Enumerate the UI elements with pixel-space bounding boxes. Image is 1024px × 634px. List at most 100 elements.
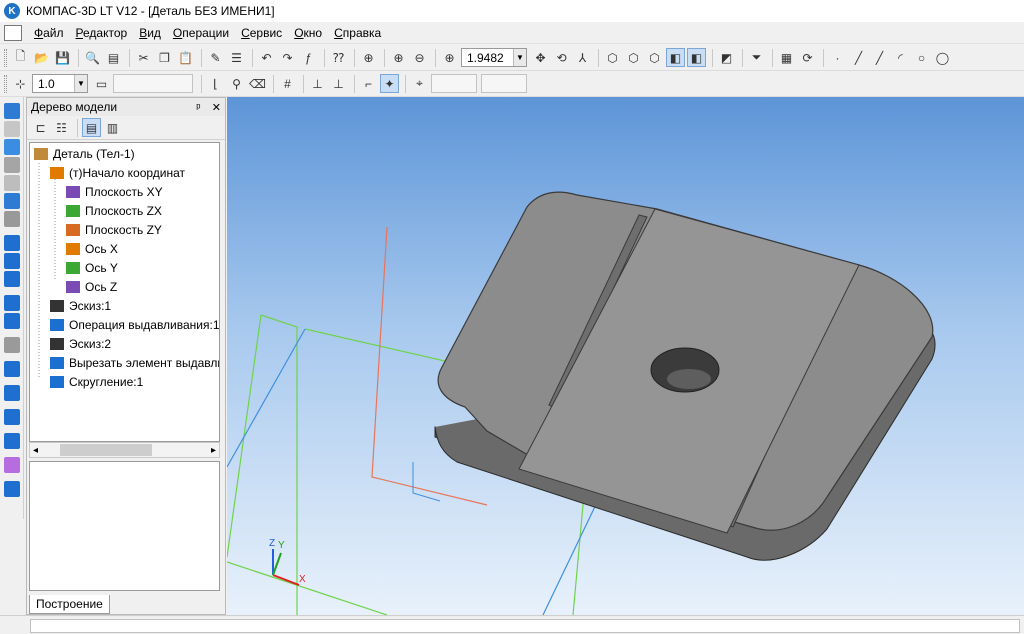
close-icon[interactable]: ✕: [212, 102, 221, 114]
grid-icon[interactable]: #: [278, 74, 297, 93]
pan-icon[interactable]: ✥: [531, 48, 550, 67]
sketch-tools-icon[interactable]: [4, 121, 20, 137]
rotate-tool-icon[interactable]: [4, 253, 20, 269]
tree-item[interactable]: Деталь (Тел-1): [34, 145, 135, 163]
step-select[interactable]: 1.0 ▼: [32, 74, 88, 93]
tree-item[interactable]: Операция выдавливания:1: [50, 316, 219, 334]
spatial-curves-icon[interactable]: [4, 175, 20, 191]
zoom-window-icon[interactable]: ⊕: [359, 48, 378, 67]
extrude-tool-icon[interactable]: [4, 235, 20, 251]
chamfer-tool-icon[interactable]: [4, 385, 20, 401]
ortho-mode-icon[interactable]: ⌐: [359, 74, 378, 93]
fillet-tool-icon[interactable]: [4, 361, 20, 377]
pin-icon[interactable]: ᵖ: [196, 102, 200, 114]
layer-select[interactable]: [113, 74, 193, 93]
cut-tool-icon[interactable]: [4, 295, 20, 311]
zoom-level-select[interactable]: 1.9482 ▼: [461, 48, 527, 67]
scroll-thumb[interactable]: [60, 444, 152, 456]
tree-horizontal-scrollbar[interactable]: ◂ ▸: [29, 442, 220, 458]
ellipse-icon[interactable]: ◯: [933, 48, 952, 67]
edit-part-icon[interactable]: [4, 103, 20, 119]
undo-icon[interactable]: ↶: [257, 48, 276, 67]
constraints-icon[interactable]: ⚲: [227, 74, 246, 93]
snap-icon[interactable]: ✦: [380, 74, 399, 93]
designations-icon[interactable]: [4, 157, 20, 173]
circle-icon[interactable]: ○: [912, 48, 931, 67]
sketch-mode-icon[interactable]: ⌊: [206, 74, 225, 93]
orientation-icon[interactable]: ⅄: [573, 48, 592, 67]
measure-icon[interactable]: [4, 211, 20, 227]
local-cs-icon[interactable]: ⊥: [308, 74, 327, 93]
cut-icon[interactable]: ✂: [134, 48, 153, 67]
tree-item[interactable]: (т)Начало координат: [50, 164, 185, 182]
mirror-tool-icon[interactable]: [4, 481, 20, 497]
coord-y-field[interactable]: [481, 74, 527, 93]
document-menu-icon[interactable]: [4, 24, 22, 41]
tree-item[interactable]: Ось Y: [66, 259, 118, 277]
tree-item[interactable]: Плоскость XY: [66, 183, 163, 201]
tree-item[interactable]: Эскиз:2: [50, 335, 111, 353]
hole-tool-icon[interactable]: [4, 433, 20, 449]
hidden-lines-icon[interactable]: ⬡: [624, 48, 643, 67]
tree-view-icon[interactable]: ☷: [52, 118, 71, 137]
grid-step-icon[interactable]: ⊹: [11, 74, 30, 93]
shell-tool-icon[interactable]: [4, 337, 20, 353]
cut-rotate-icon[interactable]: [4, 313, 20, 329]
wireframe-icon[interactable]: ⬡: [603, 48, 622, 67]
tree-sheet-icon[interactable]: ▥: [103, 118, 122, 137]
chevron-down-icon[interactable]: ▼: [74, 75, 87, 92]
line-icon[interactable]: ╱: [849, 48, 868, 67]
open-file-button[interactable]: 📂: [32, 48, 51, 67]
array-tool-icon[interactable]: [4, 457, 20, 473]
arc-icon[interactable]: ◜: [891, 48, 910, 67]
tab-construction[interactable]: Построение: [29, 595, 110, 614]
menu-operations[interactable]: Операции: [167, 26, 235, 40]
kinematic-tool-icon[interactable]: [4, 271, 20, 287]
library-icon[interactable]: ▦: [777, 48, 796, 67]
rotate-icon[interactable]: ⟲: [552, 48, 571, 67]
copy-icon[interactable]: ❐: [155, 48, 174, 67]
zoom-out-icon[interactable]: ⊖: [410, 48, 429, 67]
perspective-icon[interactable]: ◩: [717, 48, 736, 67]
menu-help[interactable]: Справка: [328, 26, 387, 40]
coordinates-icon[interactable]: ⌖: [410, 74, 429, 93]
shaded-icon[interactable]: ◧: [666, 48, 685, 67]
save-button[interactable]: 💾: [53, 48, 72, 67]
print-preview-button[interactable]: 🔍: [83, 48, 102, 67]
tree-item[interactable]: Ось Z: [66, 278, 117, 296]
menu-service[interactable]: Сервис: [235, 26, 288, 40]
tree-item[interactable]: Плоскость ZX: [66, 202, 162, 220]
manager-icon[interactable]: ☰: [227, 48, 246, 67]
redo-icon[interactable]: ↷: [278, 48, 297, 67]
tree-item[interactable]: Эскиз:1: [50, 297, 111, 315]
zoom-scale-icon[interactable]: ⊕: [440, 48, 459, 67]
toolbar-grip[interactable]: [4, 74, 7, 93]
thin-hidden-icon[interactable]: ⬡: [645, 48, 664, 67]
menu-window[interactable]: Окно: [288, 26, 328, 40]
menu-edit[interactable]: Редактор: [70, 26, 134, 40]
tree-structure-icon[interactable]: ⊏: [31, 118, 50, 137]
tree-item[interactable]: Плоскость ZY: [66, 221, 162, 239]
scroll-left-icon[interactable]: ◂: [33, 445, 38, 456]
help-pointer-icon[interactable]: ⁇: [329, 48, 348, 67]
new-file-button[interactable]: 🗋: [11, 48, 30, 67]
layer-icon[interactable]: ▭: [92, 74, 111, 93]
paste-icon[interactable]: 📋: [176, 48, 195, 67]
rib-tool-icon[interactable]: [4, 409, 20, 425]
refresh-icon[interactable]: ⟳: [798, 48, 817, 67]
shaded-edges-icon[interactable]: ◧: [687, 48, 706, 67]
tree-item[interactable]: Скругление:1: [50, 373, 143, 391]
dimensions-icon[interactable]: [4, 139, 20, 155]
print-button[interactable]: ▤: [104, 48, 123, 67]
point-icon[interactable]: ·: [828, 48, 847, 67]
zoom-in-icon[interactable]: ⊕: [389, 48, 408, 67]
model-viewport[interactable]: X Y Z: [227, 97, 1024, 615]
tree-item[interactable]: Вырезать элемент выдавлива: [50, 354, 219, 372]
menu-view[interactable]: Вид: [133, 26, 167, 40]
scroll-right-icon[interactable]: ▸: [211, 445, 216, 456]
tree-order-icon[interactable]: ▤: [82, 118, 101, 137]
model-tree[interactable]: Деталь (Тел-1) (т)Начало координат Плоскос…: [29, 142, 220, 442]
function-icon[interactable]: ƒ: [299, 48, 318, 67]
eraser-icon[interactable]: ⌫: [248, 74, 267, 93]
filter-tools-icon[interactable]: [4, 193, 20, 209]
